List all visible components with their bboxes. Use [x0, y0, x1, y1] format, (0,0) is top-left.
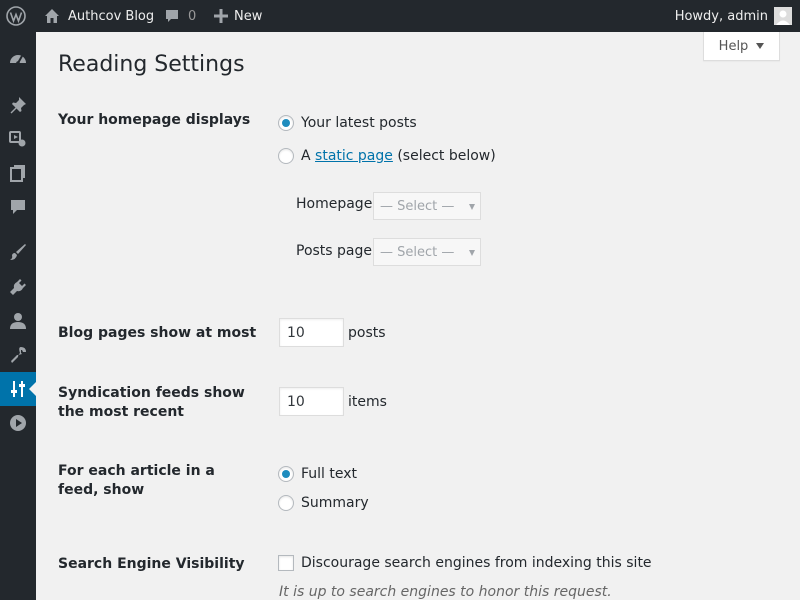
- paintbrush-icon: [9, 243, 27, 261]
- dashboard-icon: [9, 50, 27, 68]
- static-page-label: A static page (select below): [301, 147, 496, 165]
- site-name: Authcov Blog: [68, 8, 155, 24]
- comments-count: 0: [188, 8, 197, 24]
- comment-bubble-icon: [164, 8, 180, 24]
- help-tab[interactable]: Help: [703, 32, 780, 61]
- homepage-select-label: Homepage:: [296, 196, 378, 212]
- posts-page-select-label: Posts page:: [296, 243, 377, 259]
- radio-summary[interactable]: [278, 495, 294, 511]
- radio-static-page[interactable]: [278, 148, 294, 164]
- homepage-select[interactable]: — Select —: [373, 192, 481, 220]
- admin-bar: Authcov Blog 0 New Howdy, admin: [0, 0, 800, 32]
- menu-tools[interactable]: [0, 338, 36, 372]
- dropdown-caret-icon: [469, 250, 475, 256]
- new-content-link[interactable]: New: [214, 0, 262, 32]
- homepage-select-value: — Select —: [380, 198, 455, 214]
- avatar: [774, 7, 792, 25]
- comment-icon: [9, 198, 27, 216]
- static-page-prefix: A: [301, 148, 311, 164]
- blog-pages-label: Blog pages show at most: [58, 325, 257, 341]
- my-account-link[interactable]: Howdy, admin: [675, 0, 792, 32]
- discourage-search-checkbox[interactable]: [278, 555, 294, 571]
- posts-per-page-input[interactable]: [279, 318, 344, 347]
- pushpin-icon: [9, 96, 27, 114]
- menu-pages[interactable]: [0, 156, 36, 190]
- menu-posts[interactable]: [0, 88, 36, 122]
- plug-icon: [9, 278, 27, 296]
- syndication-label: Syndication feeds show the most recent: [58, 385, 245, 420]
- menu-plugins[interactable]: [0, 270, 36, 304]
- menu-settings[interactable]: [0, 372, 36, 406]
- page-title: Reading Settings: [58, 52, 245, 77]
- discourage-search-label[interactable]: Discourage search engines from indexing …: [301, 554, 652, 572]
- menu-users[interactable]: [0, 304, 36, 338]
- help-label: Help: [718, 38, 749, 54]
- feed-article-label: For each article in a feed, show: [58, 463, 215, 498]
- user-icon: [9, 312, 27, 330]
- radio-latest-posts[interactable]: [278, 115, 294, 131]
- site-name-link[interactable]: Authcov Blog: [44, 0, 154, 32]
- admin-side-menu: [0, 32, 36, 600]
- pages-icon: [9, 164, 27, 182]
- posts-per-rss-input[interactable]: [279, 387, 344, 416]
- play-circle-icon: [9, 414, 27, 432]
- homepage-displays-label: Your homepage displays: [58, 112, 251, 128]
- posts-page-select-value: — Select —: [380, 244, 455, 260]
- latest-posts-label[interactable]: Your latest posts: [301, 114, 417, 132]
- full-text-label[interactable]: Full text: [301, 465, 357, 483]
- plus-icon: [214, 9, 228, 23]
- chevron-down-icon: [756, 43, 765, 49]
- items-unit-label: items: [348, 394, 387, 410]
- search-visibility-description: It is up to search engines to honor this…: [279, 584, 612, 600]
- howdy-text: Howdy, admin: [674, 8, 768, 24]
- home-icon: [44, 8, 60, 24]
- media-icon: [9, 130, 27, 148]
- summary-label[interactable]: Summary: [301, 494, 369, 512]
- menu-appearance[interactable]: [0, 235, 36, 269]
- settings-sliders-icon: [9, 380, 27, 398]
- dropdown-caret-icon: [469, 204, 475, 210]
- menu-media[interactable]: [0, 122, 36, 156]
- new-label: New: [234, 8, 263, 24]
- menu-comments[interactable]: [0, 190, 36, 224]
- comments-link[interactable]: 0: [164, 0, 196, 32]
- search-visibility-label: Search Engine Visibility: [58, 556, 245, 572]
- static-page-suffix: (select below): [397, 148, 496, 164]
- static-page-link[interactable]: static page: [315, 148, 393, 164]
- posts-page-select[interactable]: — Select —: [373, 238, 481, 266]
- radio-full-text[interactable]: [278, 466, 294, 482]
- posts-unit-label: posts: [348, 325, 386, 341]
- menu-media-player[interactable]: [0, 406, 36, 440]
- menu-dashboard[interactable]: [0, 42, 36, 76]
- wordpress-logo-icon[interactable]: [6, 0, 30, 32]
- wrench-icon: [9, 346, 27, 364]
